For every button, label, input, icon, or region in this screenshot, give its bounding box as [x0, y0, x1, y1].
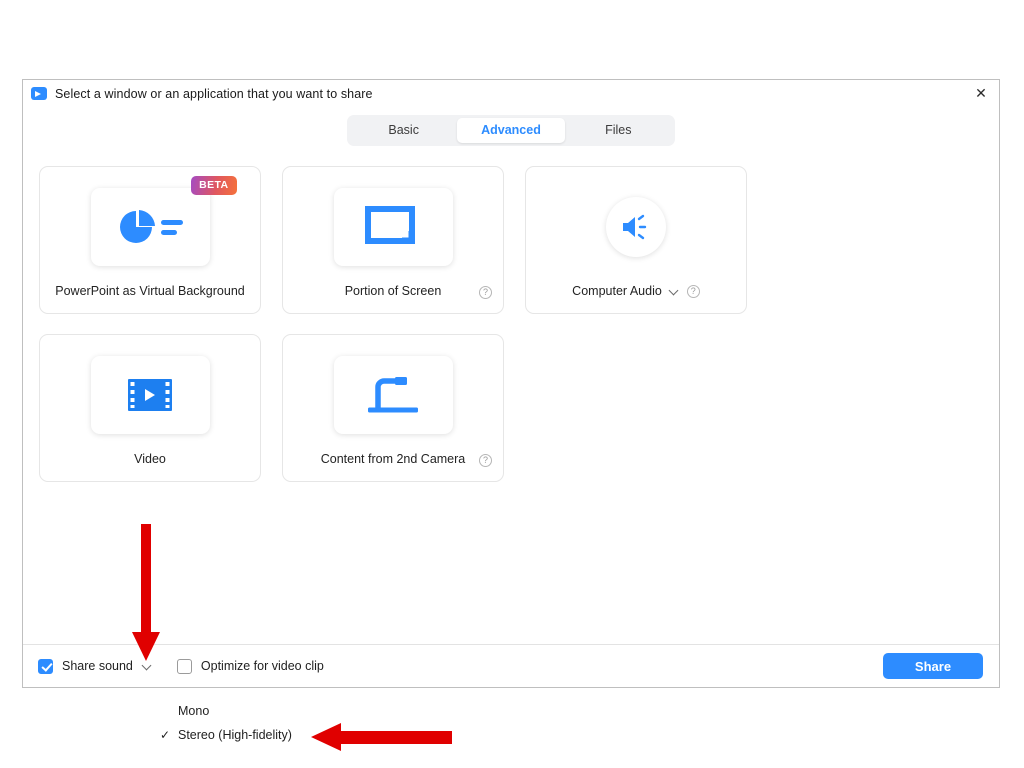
annotation-down-arrow — [131, 524, 161, 661]
share-sound-label: Share sound — [62, 659, 133, 673]
card-label-portion-of-screen: Portion of Screen — [345, 284, 442, 298]
card-label-video: Video — [134, 452, 166, 466]
powerpoint-icon-tile: BETA — [91, 188, 210, 266]
share-dialog: Select a window or an application that y… — [22, 79, 1000, 688]
document-camera-icon — [366, 373, 420, 417]
close-icon[interactable]: ✕ — [969, 82, 993, 104]
optimize-video-label: Optimize for video clip — [201, 659, 324, 673]
dialog-footer: Share sound Optimize for video clip Shar… — [23, 644, 999, 687]
tab-basic[interactable]: Basic — [350, 118, 457, 143]
dialog-titlebar: Select a window or an application that y… — [23, 80, 999, 107]
help-icon-computer-audio[interactable]: ? — [687, 285, 700, 298]
optimize-video-checkbox[interactable] — [177, 659, 192, 674]
tab-files[interactable]: Files — [565, 118, 672, 143]
tab-advanced[interactable]: Advanced — [457, 118, 564, 143]
computer-audio-icon-tile — [606, 197, 666, 257]
screen-root: Select a window or an application that y… — [0, 0, 1024, 768]
card-label-row: Content from 2nd Camera — [283, 452, 503, 466]
help-icon-content-from-2nd-camera[interactable]: ? — [479, 454, 492, 467]
menu-label-mono: Mono — [178, 704, 209, 718]
share-sound-checkbox[interactable] — [38, 659, 53, 674]
portion-icon-tile — [334, 188, 453, 266]
pie-chart-icon — [117, 207, 183, 247]
video-icon-tile — [91, 356, 210, 434]
dialog-title: Select a window or an application that y… — [55, 87, 373, 101]
menu-item-mono[interactable]: Mono — [160, 699, 360, 723]
help-icon-portion-of-screen[interactable]: ? — [479, 286, 492, 299]
tabbar-wrapper: Basic Advanced Files — [23, 107, 999, 146]
chevron-down-icon-computer-audio[interactable] — [669, 286, 680, 297]
card-label-content-from-2nd-camera: Content from 2nd Camera — [321, 452, 466, 466]
card-label-row: Video — [40, 452, 260, 466]
share-button[interactable]: Share — [883, 653, 983, 679]
card-label-computer-audio: Computer Audio — [572, 284, 662, 298]
card-label-powerpoint: PowerPoint as Virtual Background — [55, 284, 244, 298]
second-camera-icon-tile — [334, 356, 453, 434]
card-portion-of-screen[interactable]: Portion of Screen ? — [282, 166, 504, 314]
card-computer-audio[interactable]: Computer Audio ? — [525, 166, 747, 314]
speaker-icon — [621, 214, 651, 240]
annotation-left-arrow — [311, 722, 452, 752]
card-content-from-2nd-camera[interactable]: Content from 2nd Camera ? — [282, 334, 504, 482]
optimize-video-group: Optimize for video clip — [177, 659, 324, 674]
check-icon-stereo: ✓ — [160, 728, 178, 742]
card-video[interactable]: Video — [39, 334, 261, 482]
beta-badge: BETA — [191, 176, 236, 195]
card-label-row: Computer Audio ? — [526, 284, 746, 298]
portion-of-screen-icon — [364, 205, 422, 249]
zoom-logo-icon — [31, 87, 47, 100]
menu-label-stereo: Stereo (High-fidelity) — [178, 728, 292, 742]
tabbar: Basic Advanced Files — [347, 115, 675, 146]
card-label-row: PowerPoint as Virtual Background — [40, 284, 260, 298]
film-strip-icon — [128, 379, 172, 411]
card-label-row: Portion of Screen — [283, 284, 503, 298]
card-powerpoint-virtual-background[interactable]: BETA PowerPoint as Virtual Background — [39, 166, 261, 314]
chevron-down-icon-share-sound[interactable] — [142, 661, 153, 672]
share-source-grid: BETA PowerPoint as Virtual Background Po… — [23, 146, 999, 644]
